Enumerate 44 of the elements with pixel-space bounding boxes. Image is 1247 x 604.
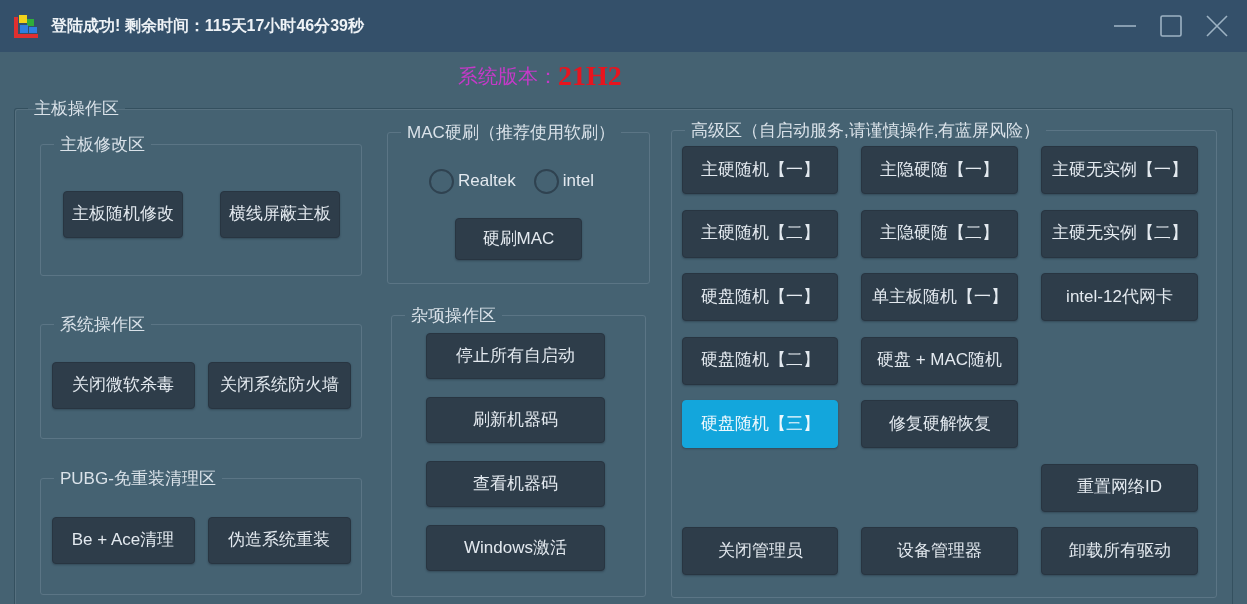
- action-button[interactable]: 主硬随机【二】: [682, 209, 838, 258]
- action-button[interactable]: 主板随机修改: [62, 190, 183, 238]
- radio-button[interactable]: [533, 168, 559, 194]
- maximize-icon[interactable]: [1160, 15, 1182, 37]
- action-button[interactable]: 硬刷MAC: [455, 218, 582, 260]
- group-title: 主板操作区: [33, 100, 120, 117]
- window-title: 登陆成功! 剩余时间：115天17小时46分39秒: [51, 16, 364, 36]
- action-button[interactable]: 硬盘 + MAC随机: [861, 336, 1018, 385]
- action-button[interactable]: Windows激活: [426, 525, 605, 571]
- action-button[interactable]: 关闭系统防火墙: [207, 362, 351, 409]
- action-button[interactable]: 停止所有自启动: [426, 333, 605, 379]
- action-button[interactable]: 关闭微软杀毒: [51, 362, 195, 409]
- action-button[interactable]: 刷新机器码: [426, 397, 605, 443]
- action-button[interactable]: 修复硬解恢复: [861, 400, 1018, 448]
- action-button[interactable]: 横线屏蔽主板: [219, 190, 340, 238]
- radio-button[interactable]: [429, 168, 455, 194]
- radio-label[interactable]: intel: [562, 169, 594, 193]
- action-button[interactable]: 卸载所有驱动: [1041, 527, 1198, 575]
- group-title: PUBG-免重装清理区: [59, 470, 217, 487]
- action-button[interactable]: 主硬无实例【一】: [1041, 146, 1198, 194]
- group-title: 主板修改区: [59, 136, 146, 153]
- close-icon[interactable]: [1206, 15, 1228, 37]
- action-button[interactable]: 主隐硬随【二】: [861, 209, 1018, 258]
- action-button[interactable]: 查看机器码: [426, 461, 605, 507]
- version-value: 21H2: [558, 59, 622, 93]
- action-button[interactable]: 设备管理器: [861, 527, 1018, 575]
- action-button[interactable]: 主硬随机【一】: [682, 146, 838, 194]
- action-button[interactable]: 主硬无实例【二】: [1041, 209, 1198, 258]
- group-title: 系统操作区: [59, 316, 146, 333]
- action-button[interactable]: 关闭管理员: [682, 527, 838, 575]
- action-button[interactable]: intel-12代网卡: [1041, 273, 1198, 321]
- action-button[interactable]: 重置网络ID: [1041, 463, 1198, 512]
- action-button[interactable]: 硬盘随机【二】: [682, 336, 838, 385]
- group-title: MAC硬刷（推荐使用软刷）: [406, 124, 616, 141]
- radio-label[interactable]: Realtek: [458, 169, 516, 193]
- action-button[interactable]: 单主板随机【一】: [861, 273, 1018, 321]
- action-button[interactable]: 主隐硬随【一】: [861, 146, 1018, 194]
- group-title: 高级区（自启动服务,请谨慎操作,有蓝屏风险）: [690, 122, 1042, 139]
- group-title: 杂项操作区: [410, 307, 497, 324]
- action-button[interactable]: 硬盘随机【一】: [682, 273, 838, 321]
- action-button[interactable]: Be + Ace清理: [51, 517, 195, 564]
- action-button[interactable]: 伪造系统重装: [207, 517, 351, 564]
- version-label: 系统版本：: [458, 63, 558, 90]
- app-icon: [14, 14, 38, 38]
